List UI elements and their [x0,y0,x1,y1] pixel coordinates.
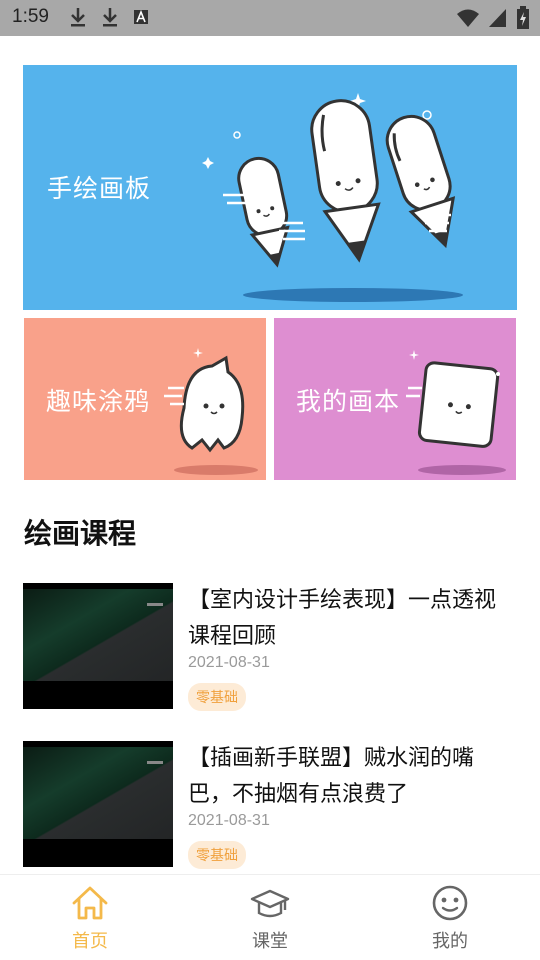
course-thumbnail [23,741,173,867]
banner-my-sketchbook-label: 我的画本 [296,387,401,416]
status-notification-icons [68,6,150,28]
section-title-drawing-courses: 绘画课程 [24,517,137,550]
nav-tab-mine[interactable]: 我的 [390,883,510,957]
course-list-item[interactable]: 【室内设计手绘表现】一点透视课程回顾 2021-08-31 零基础 [0,583,540,713]
course-date: 2021-08-31 [188,654,270,671]
a-text-icon [134,9,148,24]
graduation-cap-icon [250,889,290,918]
nav-tab-classroom[interactable]: 课堂 [210,883,330,957]
course-title: 【插画新手联盟】贼水润的嘴巴，不抽烟有点浪费了 [188,746,475,807]
ghost-character-illustration [164,348,258,475]
banner-drawing-board[interactable]: 手绘画板 [23,65,517,310]
course-title: 【室内设计手绘表现】一点透视课程回顾 [188,588,497,649]
banner-fun-doodle-label: 趣味涂鸦 [46,387,151,416]
course-list-item[interactable]: 【插画新手联盟】贼水润的嘴巴，不抽烟有点浪费了 2021-08-31 零基础 [0,741,540,871]
course-level-tag: 零基础 [188,841,246,869]
course-date: 2021-08-31 [188,812,270,829]
banner-my-sketchbook[interactable]: 我的画本 [274,318,516,480]
status-system-icons [456,6,530,30]
nav-tab-classroom-label: 课堂 [252,931,288,952]
home-icon [72,886,108,920]
download-icon [71,8,85,27]
bottom-navigation: 首页 课堂 我的 [0,874,540,960]
signal-icon [489,9,506,27]
wifi-icon [457,9,479,27]
nav-tab-home[interactable]: 首页 [30,883,150,957]
pencil-characters-illustration [202,93,463,302]
status-time: 1:59 [12,6,49,27]
banner-drawing-board-label: 手绘画板 [47,174,152,203]
course-thumbnail [23,583,173,709]
sketchbook-character-illustration [406,350,506,475]
banner-fun-doodle[interactable]: 趣味涂鸦 [24,318,266,480]
nav-tab-home-label: 首页 [72,931,108,952]
smiley-face-icon [432,885,468,921]
status-bar: 1:59 [0,0,540,36]
download-icon [103,8,117,27]
battery-charging-icon [517,6,529,29]
course-level-tag: 零基础 [188,683,246,711]
nav-tab-mine-label: 我的 [432,931,468,952]
